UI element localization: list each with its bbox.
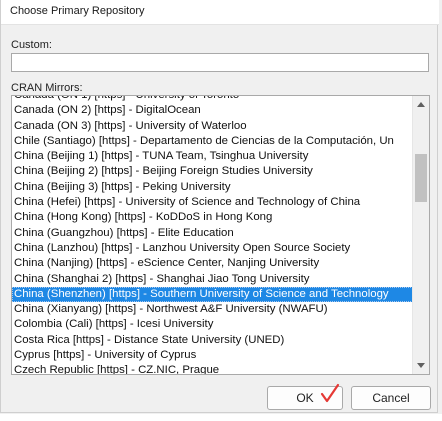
mirror-list-item[interactable]: Canada (ON 1) [https] - University of To… bbox=[12, 96, 413, 103]
custom-label: Custom: bbox=[11, 39, 52, 51]
mirror-items: Canada (ON 1) [https] - University of To… bbox=[12, 96, 413, 374]
mirror-list-item[interactable]: China (Shanghai 2) [https] - Shanghai Ji… bbox=[12, 272, 413, 287]
title-bar[interactable]: Choose Primary Repository bbox=[1, 0, 439, 25]
cran-mirrors-list[interactable]: Canada (ON 1) [https] - University of To… bbox=[11, 95, 430, 375]
mirror-list-item[interactable]: Chile (Santiago) [https] - Departamento … bbox=[12, 134, 413, 149]
cran-mirrors-label: CRAN Mirrors: bbox=[11, 82, 83, 94]
mirror-list-item[interactable]: China (Beijing 3) [https] - Peking Unive… bbox=[12, 180, 413, 195]
mirror-list-item[interactable]: China (Hong Kong) [https] - KoDDoS in Ho… bbox=[12, 210, 413, 225]
ok-button-label: OK bbox=[296, 391, 314, 405]
mirror-list-item[interactable]: China (Beijing 2) [https] - Beijing Fore… bbox=[12, 164, 413, 179]
mirror-list-item[interactable]: China (Lanzhou) [https] - Lanzhou Univer… bbox=[12, 241, 413, 256]
mirror-list-item[interactable]: Colombia (Cali) [https] - Icesi Universi… bbox=[12, 317, 413, 332]
mirror-list-item[interactable]: Canada (ON 2) [https] - DigitalOcean bbox=[12, 103, 413, 118]
dialog-title: Choose Primary Repository bbox=[10, 5, 145, 17]
mirror-list-item[interactable]: Canada (ON 3) [https] - University of Wa… bbox=[12, 119, 413, 134]
cancel-button[interactable]: Cancel bbox=[351, 386, 431, 410]
mirror-list-item[interactable]: Czech Republic [https] - CZ.NIC, Prague bbox=[12, 363, 413, 374]
background-strip bbox=[0, 414, 442, 421]
cancel-button-label: Cancel bbox=[372, 391, 410, 405]
scroll-thumb[interactable] bbox=[415, 154, 427, 202]
mirror-list-item[interactable]: China (Nanjing) [https] - eScience Cente… bbox=[12, 256, 413, 271]
custom-repository-input[interactable] bbox=[11, 53, 429, 72]
mirror-list-item[interactable]: China (Beijing 1) [https] - TUNA Team, T… bbox=[12, 149, 413, 164]
choose-repository-dialog: Choose Primary Repository Custom: CRAN M… bbox=[0, 0, 439, 413]
mirror-list-item[interactable]: China (Shenzhen) [https] - Southern Univ… bbox=[12, 286, 413, 303]
list-scrollbar[interactable] bbox=[412, 96, 429, 374]
chevron-up-icon[interactable] bbox=[413, 96, 429, 113]
red-checkmark-icon bbox=[320, 383, 340, 403]
mirror-list-item[interactable]: Cyprus [https] - University of Cyprus bbox=[12, 348, 413, 363]
chevron-down-icon[interactable] bbox=[413, 357, 429, 374]
mirror-list-item[interactable]: China (Xianyang) [https] - Northwest A&F… bbox=[12, 302, 413, 317]
mirror-list-item[interactable]: China (Guangzhou) [https] - Elite Educat… bbox=[12, 226, 413, 241]
mirror-list-item[interactable]: Costa Rica [https] - Distance State Univ… bbox=[12, 333, 413, 348]
mirror-list-item[interactable]: China (Hefei) [https] - University of Sc… bbox=[12, 195, 413, 210]
